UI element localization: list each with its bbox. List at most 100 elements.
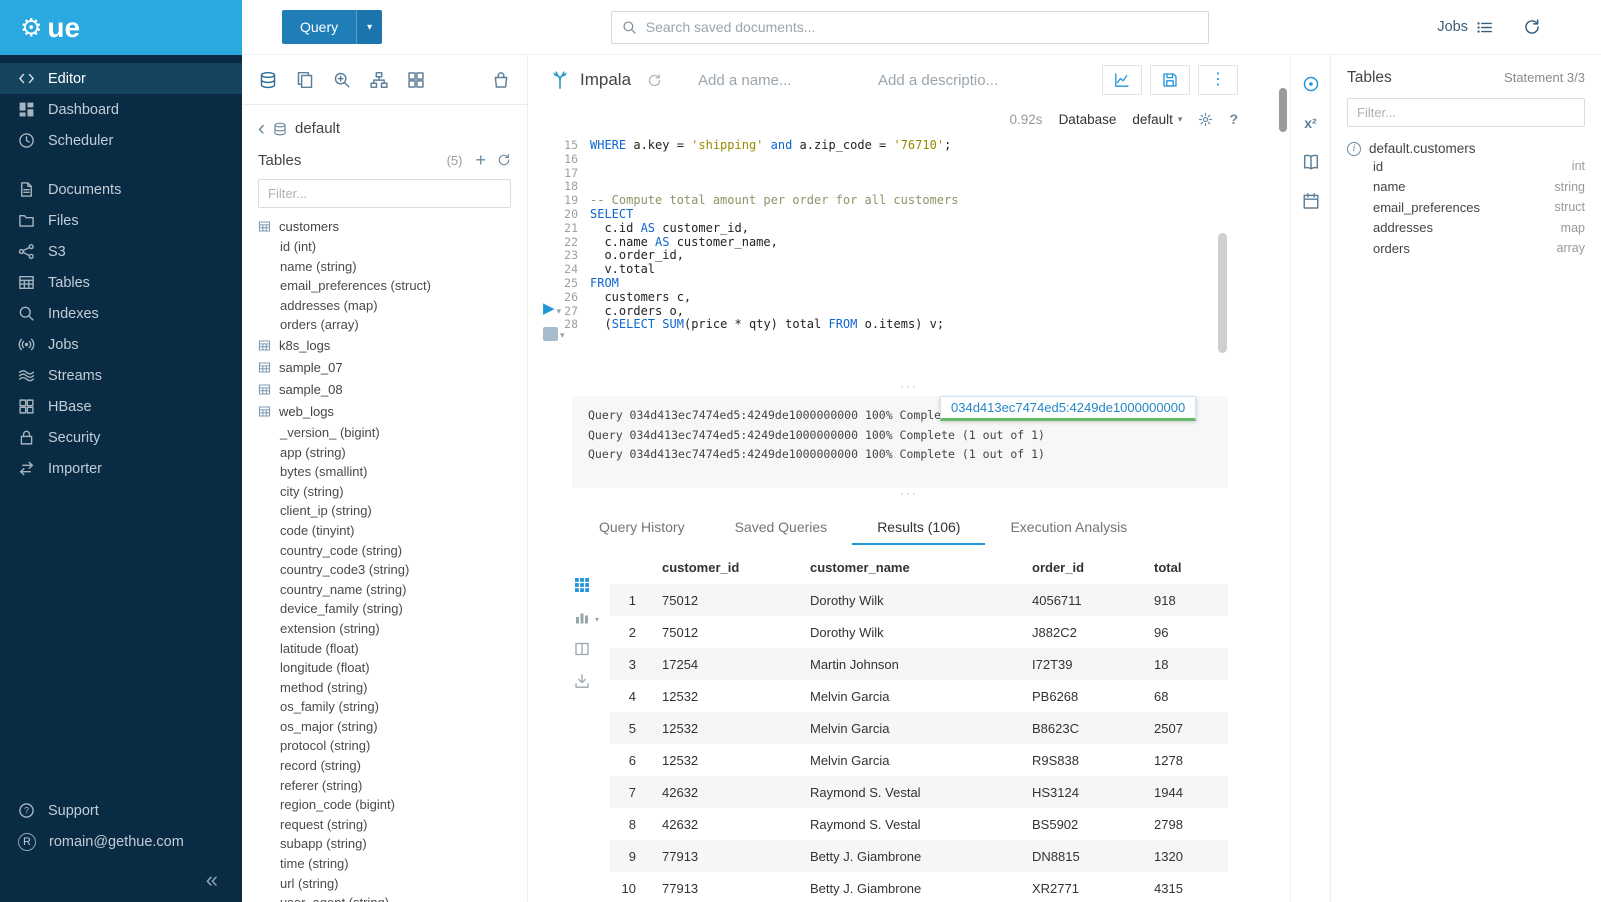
assist-column[interactable]: code (tinyint) — [242, 521, 527, 541]
assist-column[interactable]: country_code3 (string) — [242, 560, 527, 580]
panel-column[interactable]: addressesmap — [1347, 218, 1585, 239]
assist-column[interactable]: longitude (float) — [242, 658, 527, 678]
back-chevron-icon[interactable]: ‹ — [258, 118, 265, 139]
assist-column[interactable]: id (int) — [242, 237, 527, 257]
sidebar-item-security[interactable]: Security — [0, 422, 242, 453]
panel-column[interactable]: ordersarray — [1347, 238, 1585, 259]
results-row[interactable]: 317254Martin JohnsonI72T3918 — [610, 648, 1228, 680]
assist-column[interactable]: subapp (string) — [242, 834, 527, 854]
settings-gear-icon[interactable] — [1198, 112, 1213, 127]
sidebar-item-s3[interactable]: S3 — [0, 236, 242, 267]
results-row[interactable]: 742632Raymond S. VestalHS31241944 — [610, 776, 1228, 808]
pane-scrollbar[interactable] — [1279, 88, 1287, 132]
code-line[interactable]: 17 — [528, 167, 1290, 181]
assist-column[interactable]: url (string) — [242, 874, 527, 894]
code-line[interactable]: 24 v.total — [528, 263, 1290, 277]
query-description-input[interactable] — [878, 72, 1028, 89]
assist-column[interactable]: _version_ (bigint) — [242, 423, 527, 443]
code-line[interactable]: 16 — [528, 153, 1290, 167]
workflows-tab-icon[interactable] — [370, 71, 388, 89]
query-id-tooltip[interactable]: 034d413ec7474ed5:4249de1000000000 — [940, 396, 1196, 421]
assist-filter-input[interactable] — [258, 179, 511, 208]
resize-handle[interactable]: ⋅⋅⋅ — [528, 383, 1290, 394]
assist-column[interactable]: os_major (string) — [242, 717, 527, 737]
code-line[interactable]: 28 (SELECT SUM(price * qty) total FROM o… — [528, 318, 1290, 332]
results-column-header[interactable]: total — [1144, 551, 1228, 584]
documents-tab-icon[interactable] — [296, 71, 314, 89]
assist-column[interactable]: bytes (smallint) — [242, 462, 527, 482]
assist-column[interactable]: addresses (map) — [242, 296, 527, 316]
assist-table[interactable]: customers — [242, 215, 527, 237]
query-button-label[interactable]: Query — [282, 10, 356, 44]
snippet-history-icon[interactable] — [647, 73, 662, 88]
results-row[interactable]: 412532Melvin GarciaPB626868 — [610, 680, 1228, 712]
search-input[interactable] — [646, 19, 1198, 35]
results-column-header[interactable]: customer_name — [800, 551, 1022, 584]
help-icon[interactable]: ? — [1229, 111, 1238, 127]
more-button[interactable]: ⋮ — [1198, 65, 1238, 95]
code-line[interactable]: 21 c.id AS customer_id, — [528, 222, 1290, 236]
sidebar-item-indexes[interactable]: Indexes — [0, 298, 242, 329]
schedule-icon[interactable] — [1302, 192, 1320, 210]
results-row[interactable]: 512532Melvin GarciaB8623C2507 — [610, 712, 1228, 744]
assist-column[interactable]: request (string) — [242, 815, 527, 835]
code-line[interactable]: 22 c.name AS customer_name, — [528, 236, 1290, 250]
sidebar-item-files[interactable]: Files — [0, 205, 242, 236]
assist-column[interactable]: orders (array) — [242, 315, 527, 335]
sidebar-item-scheduler[interactable]: Scheduler — [0, 125, 242, 156]
statement-marker-icon[interactable]: ▾ — [543, 327, 565, 341]
assist-column[interactable]: device_family (string) — [242, 599, 527, 619]
assist-column[interactable]: referer (string) — [242, 776, 527, 796]
assist-column[interactable]: country_name (string) — [242, 580, 527, 600]
assist-column[interactable]: user_agent (string) — [242, 893, 527, 902]
code-editor[interactable]: ▶▾ ▾ 15WHERE a.key = 'shipping' and a.zi… — [528, 133, 1290, 383]
database-breadcrumb[interactable]: default — [295, 120, 340, 137]
sidebar-item-streams[interactable]: Streams — [0, 360, 242, 391]
assist-column[interactable]: os_family (string) — [242, 697, 527, 717]
assist-column[interactable]: client_ip (string) — [242, 501, 527, 521]
assist-column[interactable]: name (string) — [242, 257, 527, 277]
code-line[interactable]: 25FROM — [528, 277, 1290, 291]
results-row[interactable]: 612532Melvin GarciaR9S8381278 — [610, 744, 1228, 776]
code-line[interactable]: 19-- Compute total amount per order for … — [528, 194, 1290, 208]
editor-scrollbar[interactable] — [1218, 233, 1227, 353]
databases-tab-icon[interactable] — [259, 71, 277, 89]
assist-table[interactable]: sample_07 — [242, 357, 527, 379]
global-search[interactable] — [611, 11, 1209, 44]
add-table-icon[interactable]: + — [475, 151, 486, 169]
query-name-input[interactable] — [698, 72, 868, 89]
code-line[interactable]: 15WHERE a.key = 'shipping' and a.zip_cod… — [528, 139, 1290, 153]
database-select[interactable]: default ▾ — [1132, 112, 1182, 127]
assist-column[interactable]: time (string) — [242, 854, 527, 874]
hue-logo[interactable]: ⚙ ue — [0, 0, 242, 55]
chart-view-icon[interactable]: ▾ — [574, 609, 590, 625]
results-row[interactable]: 977913Betty J. GiambroneDN88151320 — [610, 840, 1228, 872]
sidebar-item-editor[interactable]: Editor — [0, 63, 242, 94]
columns-view-icon[interactable] — [574, 641, 590, 657]
sidebar-item-documents[interactable]: Documents — [0, 174, 242, 205]
execute-caret-icon[interactable]: ▾ — [557, 307, 562, 316]
basket-icon[interactable] — [492, 71, 510, 89]
panel-column[interactable]: email_preferencesstruct — [1347, 197, 1585, 218]
results-row[interactable]: 275012Dorothy WilkJ882C296 — [610, 616, 1228, 648]
results-row[interactable]: 842632Raymond S. VestalBS59022798 — [610, 808, 1228, 840]
tab-results-106-[interactable]: Results (106) — [852, 509, 985, 545]
assist-column[interactable]: city (string) — [242, 482, 527, 502]
functions-icon[interactable]: x² — [1304, 114, 1316, 132]
tab-query-history[interactable]: Query History — [574, 509, 710, 545]
search-assist-icon[interactable] — [333, 71, 351, 89]
execute-button[interactable]: ▶▾ — [543, 301, 565, 316]
sidebar-item-tables[interactable]: Tables — [0, 267, 242, 298]
assist-table[interactable]: k8s_logs — [242, 335, 527, 357]
download-icon[interactable] — [574, 673, 590, 689]
language-reference-icon[interactable] — [1302, 153, 1320, 171]
assist-column[interactable]: region_code (bigint) — [242, 795, 527, 815]
assist-column[interactable]: protocol (string) — [242, 736, 527, 756]
user-menu[interactable]: R romain@gethue.com — [0, 826, 242, 857]
panel-column[interactable]: namestring — [1347, 177, 1585, 198]
active-table-row[interactable]: i default.customers — [1347, 141, 1585, 156]
chart-button[interactable] — [1102, 65, 1142, 95]
code-line[interactable]: 26 customers c, — [528, 291, 1290, 305]
info-icon[interactable]: i — [1347, 142, 1361, 156]
code-line[interactable]: 23 o.order_id, — [528, 249, 1290, 263]
